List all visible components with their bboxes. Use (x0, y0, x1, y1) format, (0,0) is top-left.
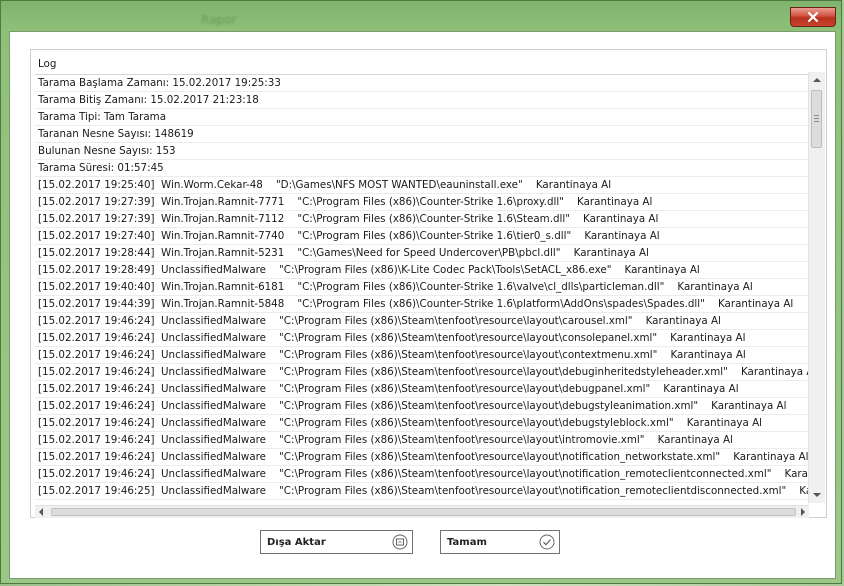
export-label: Dışa Aktar (267, 536, 326, 548)
log-entry-time: [15.02.2017 19:27:39] (38, 196, 155, 208)
log-header: Log (35, 53, 809, 75)
scroll-thumb[interactable] (811, 90, 822, 148)
summary-row: Tarama Bitiş Zamanı: 15.02.2017 21:23:18 (35, 92, 809, 109)
log-entry-detail: Win.Trojan.Ramnit-6181 "C:\Program Files… (161, 281, 753, 293)
log-entry-time: [15.02.2017 19:27:40] (38, 230, 155, 242)
log-entry-time: [15.02.2017 19:46:24] (38, 400, 155, 412)
log-entry-detail: UnclassifiedMalware "C:\Program Files (x… (161, 366, 809, 378)
log-entry-row[interactable]: [15.02.2017 19:46:24] UnclassifiedMalware… (35, 347, 809, 364)
log-entry-time: [15.02.2017 19:46:24] (38, 366, 155, 378)
log-entry-detail: UnclassifiedMalware "C:\Program Files (x… (161, 451, 809, 463)
log-entry-row[interactable]: [15.02.2017 19:46:24] UnclassifiedMalware… (35, 330, 809, 347)
log-entry-detail: UnclassifiedMalware "C:\Program Files (x… (161, 332, 746, 344)
log-entry-row[interactable]: [15.02.2017 19:40:40] Win.Trojan.Ramnit-6… (35, 279, 809, 296)
export-icon (392, 534, 408, 550)
summary-row: Tarama Başlama Zamanı: 15.02.2017 19:25:… (35, 75, 809, 92)
log-entry-time: [15.02.2017 19:46:24] (38, 383, 155, 395)
log-entry-row[interactable]: [15.02.2017 19:28:49] UnclassifiedMalware… (35, 262, 809, 279)
log-entry-detail: Win.Trojan.Ramnit-7740 "C:\Program Files… (161, 230, 660, 242)
log-panel: Log Tarama Başlama Zamanı: 15.02.2017 19… (30, 49, 827, 518)
dialog-client: Log Tarama Başlama Zamanı: 15.02.2017 19… (9, 31, 836, 579)
vertical-scrollbar[interactable] (808, 72, 825, 503)
log-entry-time: [15.02.2017 19:46:24] (38, 349, 155, 361)
log-entry-time: [15.02.2017 19:28:44] (38, 247, 155, 259)
log-entry-detail: UnclassifiedMalware "C:\Program Files (x… (161, 315, 721, 327)
log-entry-row[interactable]: [15.02.2017 19:46:24] UnclassifiedMalware… (35, 364, 809, 381)
log-entry-row[interactable]: [15.02.2017 19:46:24] UnclassifiedMalware… (35, 313, 809, 330)
log-entry-time: [15.02.2017 19:25:40] (38, 179, 155, 191)
log-entry-time: [15.02.2017 19:28:49] (38, 264, 155, 276)
log-entry-detail: Win.Worm.Cekar-48 "D:\Games\NFS MOST WAN… (161, 179, 612, 191)
log-entry-detail: UnclassifiedMalware "C:\Program Files (x… (161, 400, 787, 412)
log-entry-row[interactable]: [15.02.2017 19:27:39] Win.Trojan.Ramnit-7… (35, 211, 809, 228)
summary-row: Taranan Nesne Sayısı: 148619 (35, 126, 809, 143)
log-entry-row[interactable]: [15.02.2017 19:46:24] UnclassifiedMalware… (35, 432, 809, 449)
export-button[interactable]: Dışa Aktar (260, 530, 413, 554)
scroll-down-arrow-icon[interactable] (813, 493, 821, 497)
log-entry-detail: UnclassifiedMalware "C:\Program Files (x… (161, 434, 733, 446)
close-icon (807, 11, 819, 23)
log-entry-time: [15.02.2017 19:46:24] (38, 315, 155, 327)
log-entry-time: [15.02.2017 19:46:24] (38, 434, 155, 446)
log-entry-time: [15.02.2017 19:46:24] (38, 332, 155, 344)
log-entry-detail: UnclassifiedMalware "C:\Program Files (x… (161, 417, 762, 429)
log-entry-row[interactable]: [15.02.2017 19:27:39] Win.Trojan.Ramnit-7… (35, 194, 809, 211)
log-entry-row[interactable]: [15.02.2017 19:46:24] UnclassifiedMalware… (35, 466, 809, 483)
log-entry-detail: Win.Trojan.Ramnit-7771 "C:\Program Files… (161, 196, 653, 208)
close-button[interactable] (790, 7, 836, 27)
log-entry-time: [15.02.2017 19:46:25] (38, 485, 155, 497)
log-entry-time: [15.02.2017 19:46:24] (38, 417, 155, 429)
log-entry-row[interactable]: [15.02.2017 19:27:40] Win.Trojan.Ramnit-7… (35, 228, 809, 245)
log-entry-row[interactable]: [15.02.2017 19:46:24] UnclassifiedMalware… (35, 381, 809, 398)
log-entry-time: [15.02.2017 19:40:40] (38, 281, 155, 293)
window-title: Rapor (201, 13, 237, 27)
summary-row: Bulunan Nesne Sayısı: 153 (35, 143, 809, 160)
summary-row: Tarama Tipi: Tam Tarama (35, 109, 809, 126)
log-entry-detail: UnclassifiedMalware "C:\Program Files (x… (161, 349, 746, 361)
log-entry-time: [15.02.2017 19:44:39] (38, 298, 155, 310)
scroll-right-arrow-icon[interactable] (801, 508, 805, 516)
log-entry-detail: UnclassifiedMalware "C:\Program Files (x… (161, 264, 700, 276)
log-entry-detail: UnclassifiedMalware "C:\Program Files (x… (161, 383, 739, 395)
scroll-left-arrow-icon[interactable] (39, 508, 43, 516)
report-window: Rapor Log Tarama Başlama Zamanı: 15.02.2… (0, 0, 842, 584)
horizontal-scrollbar[interactable] (35, 505, 809, 518)
log-entry-row[interactable]: [15.02.2017 19:28:44] Win.Trojan.Ramnit-5… (35, 245, 809, 262)
log-entry-row[interactable]: [15.02.2017 19:46:25] UnclassifiedMalware… (35, 483, 809, 500)
summary-row: Tarama Süresi: 01:57:45 (35, 160, 809, 177)
ok-label: Tamam (447, 536, 487, 548)
log-entry-time: [15.02.2017 19:46:24] (38, 451, 155, 463)
log-entry-detail: Win.Trojan.Ramnit-7112 "C:\Program Files… (161, 213, 659, 225)
horizontal-scroll-thumb[interactable] (51, 508, 796, 516)
log-list[interactable]: Log Tarama Başlama Zamanı: 15.02.2017 19… (35, 53, 809, 503)
ok-button[interactable]: Tamam (440, 530, 560, 554)
log-entry-row[interactable]: [15.02.2017 19:46:24] UnclassifiedMalware… (35, 449, 809, 466)
log-entry-detail: Win.Trojan.Ramnit-5848 "C:\Program Files… (161, 298, 794, 310)
log-entry-row[interactable]: [15.02.2017 19:25:40] Win.Worm.Cekar-48 "… (35, 177, 809, 194)
log-entry-row[interactable]: [15.02.2017 19:46:24] UnclassifiedMalware… (35, 398, 809, 415)
checkmark-circle-icon (539, 534, 555, 550)
log-entry-row[interactable]: [15.02.2017 19:46:24] UnclassifiedMalware… (35, 415, 809, 432)
scroll-up-arrow-icon[interactable] (813, 78, 821, 82)
log-entry-time: [15.02.2017 19:27:39] (38, 213, 155, 225)
log-entry-time: [15.02.2017 19:46:24] (38, 468, 155, 480)
log-entry-row[interactable]: [15.02.2017 19:44:39] Win.Trojan.Ramnit-5… (35, 296, 809, 313)
log-entry-detail: UnclassifiedMalware "C:\Program Files (x… (161, 485, 809, 497)
log-entry-detail: UnclassifiedMalware "C:\Program Files (x… (161, 468, 809, 480)
log-entry-detail: Win.Trojan.Ramnit-5231 "C:\Games\Need fo… (161, 247, 649, 259)
